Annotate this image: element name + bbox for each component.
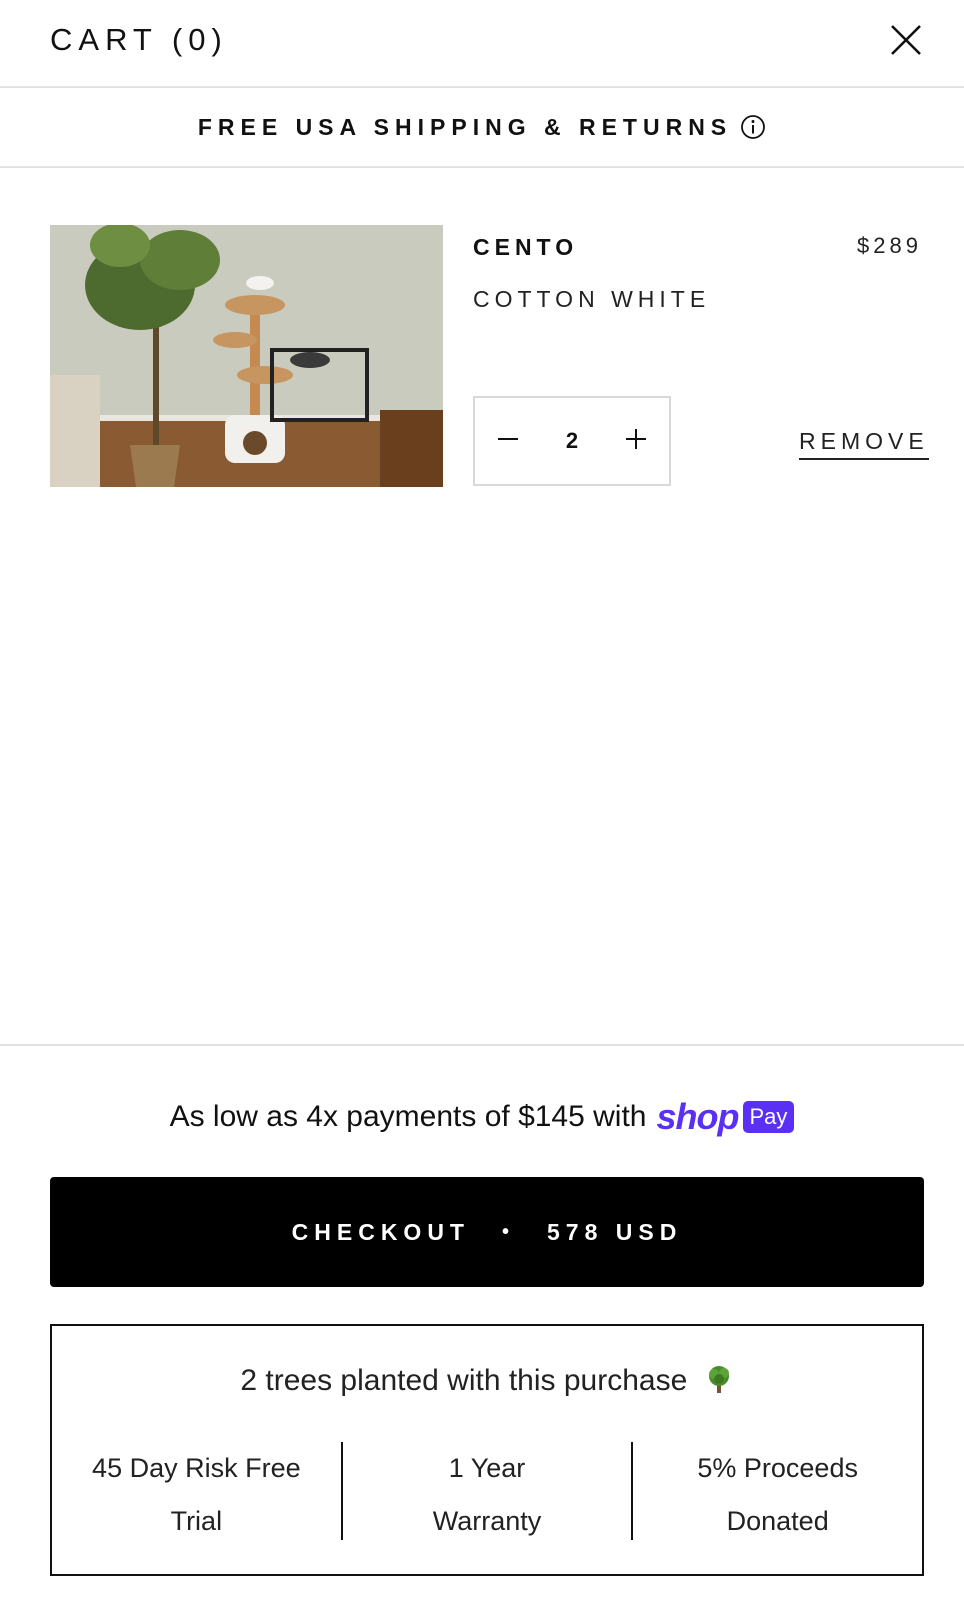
perk-line: 5% Proceeds [697,1453,858,1483]
remove-link[interactable]: REMOVE [799,428,929,460]
info-icon[interactable] [740,114,766,140]
trees-planted-line: 2 trees planted with this purchase [52,1364,922,1398]
cart-title: CART (0) [50,22,228,57]
product-name[interactable]: CENTO [473,234,578,261]
trees-text: 2 trees planted with this purchase [240,1364,688,1397]
tree-icon [704,1364,734,1394]
perk-line: Donated [726,1506,829,1536]
increase-quantity-button[interactable] [603,398,669,484]
checkout-label: CHECKOUT [291,1218,470,1245]
quantity-stepper: 2 [473,396,671,486]
checkout-separator: • [502,1220,516,1243]
shipping-banner: FREE USA SHIPPING & RETURNS [0,88,964,168]
shop-pay-logo[interactable]: shop [657,1096,740,1138]
quantity-value[interactable]: 2 [541,428,603,454]
plus-icon [624,427,648,456]
perk-line: Warranty [432,1506,542,1536]
perk-line: Trial [170,1506,223,1536]
perk-line: 45 Day Risk Free [92,1453,301,1483]
decrease-quantity-button[interactable] [475,398,541,484]
perk-risk-free-trial: 45 Day Risk Free Trial [52,1442,341,1542]
perks-row: 45 Day Risk Free Trial 1 Year Warranty 5… [52,1442,922,1542]
installments-message: As low as 4x payments of $145 with shop … [0,1096,964,1138]
product-image[interactable] [50,225,443,487]
minus-icon [496,427,520,456]
close-icon[interactable] [888,22,924,58]
checkout-total: 578 USD [547,1218,683,1245]
perk-warranty: 1 Year Warranty [343,1442,632,1542]
perk-proceeds-donated: 5% Proceeds Donated [633,1442,922,1542]
shipping-text: FREE USA SHIPPING & RETURNS [197,113,733,140]
checkout-button[interactable]: CHECKOUT • 578 USD [50,1177,924,1287]
footer-divider [0,1044,964,1046]
product-price: $289 [857,233,922,258]
cart-header: CART (0) [0,0,964,88]
perks-box: 2 trees planted with this purchase 45 Da… [50,1324,924,1576]
installments-text: As low as 4x payments of $145 with [169,1100,647,1133]
perk-line: 1 Year [448,1453,526,1483]
product-variant: COTTON WHITE [473,286,711,312]
shop-pay-badge[interactable]: Pay [742,1101,795,1133]
